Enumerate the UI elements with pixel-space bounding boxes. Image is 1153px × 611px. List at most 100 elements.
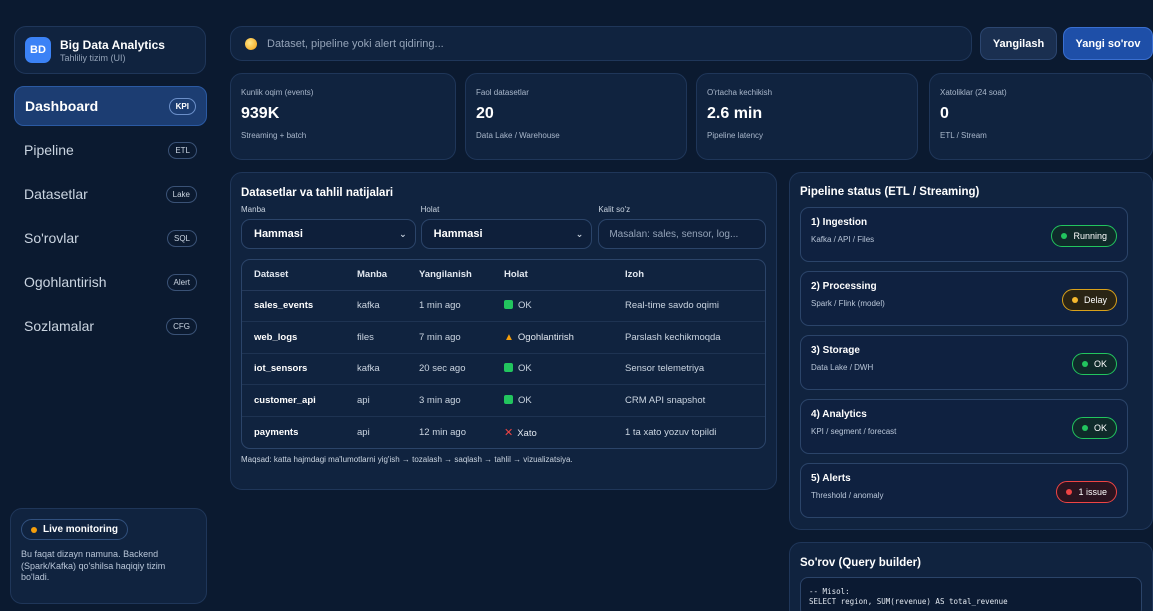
status-badge-label: OK — [1093, 423, 1107, 433]
note-cell: 1 ta xato yozuv topildi — [625, 426, 717, 438]
kpi-value: 939K — [241, 105, 280, 122]
table-row[interactable]: sales_events kafka 1 min ago OK Real-tim… — [242, 290, 765, 322]
sidebar-item-label: Sozlamalar — [24, 318, 95, 334]
pipeline-stage-alerts[interactable]: 5) Alerts Threshold / anomaly 1 issue — [800, 463, 1128, 518]
sidebar-item-label: Datasetlar — [24, 186, 88, 202]
sidebar-item-badge: ETL — [168, 141, 197, 159]
kpi-card-datasets: Faol datasetlar 20 Data Lake / Warehouse — [465, 73, 687, 160]
pipeline-stage-analytics[interactable]: 4) Analytics KPI / segment / forecast OK — [800, 399, 1128, 454]
table-row[interactable]: web_logs files 7 min ago ▲ Ogohlantirish … — [242, 321, 765, 354]
note-cell: Real-time savdo oqimi — [613, 290, 765, 322]
pipeline-stage-ingestion[interactable]: 1) Ingestion Kafka / API / Files Running — [800, 207, 1128, 262]
status-dot-icon — [1081, 361, 1088, 367]
sidebar: BD Big Data Analytics Tahliliy tizim (UI… — [0, 0, 218, 611]
source-select[interactable]: Hammasi ⌄ — [241, 219, 416, 249]
sidebar-item-label: Pipeline — [24, 142, 74, 158]
dataset-cell: web_logs — [242, 321, 345, 354]
sidebar-item-badge: CFG — [166, 317, 197, 335]
sidebar-item-ogohlantirish[interactable]: Ogohlantirish Alert — [14, 262, 207, 302]
table-row[interactable]: payments api 12 min ago ✕ Xato 1 ta xato … — [242, 416, 765, 448]
source-select-value: Hammasi — [254, 228, 303, 240]
kpi-value: 0 — [940, 105, 949, 122]
kpi-value: 2.6 min — [707, 105, 763, 122]
datasets-panel: Datasetlar va tahlil natijalari Manba Ha… — [230, 172, 777, 490]
sidebar-item-sorovlar[interactable]: So'rovlar SQL — [14, 218, 207, 258]
sidebar-item-badge: KPI — [168, 97, 196, 115]
filter-label-status: Holat — [420, 205, 440, 214]
status-badge: OK — [1071, 417, 1117, 439]
brand[interactable]: BD Big Data Analytics Tahliliy tizim (UI… — [14, 26, 206, 74]
kpi-sub: Streaming + batch — [241, 131, 307, 140]
status-cell: OK — [492, 290, 613, 322]
status-badge: OK — [1071, 353, 1117, 375]
panel-title: Datasetlar va tahlil natijalari — [241, 187, 394, 199]
status-text: Ogohlantirish — [517, 331, 574, 343]
updated-cell: 1 min ago — [407, 290, 492, 322]
status-dot-icon — [1071, 297, 1078, 303]
stage-title: 4) Analytics — [811, 409, 867, 420]
new-query-button[interactable]: Yangi so'rov — [1063, 27, 1153, 60]
updated-cell: 12 min ago — [419, 426, 467, 438]
query-editor[interactable]: -- Misol: SELECT region, SUM(revenue) AS … — [800, 577, 1142, 611]
brand-logo: BD — [25, 37, 51, 63]
status-cell: ▲ Ogohlantirish — [492, 321, 613, 354]
panel-title: Pipeline status (ETL / Streaming) — [800, 186, 980, 198]
status-select[interactable]: Hammasi ⌄ — [420, 219, 593, 249]
datasets-table: Dataset Manba Yangilanish Holat Izoh sal… — [241, 259, 766, 449]
source-cell: files — [345, 321, 407, 354]
status-select-value: Hammasi — [433, 228, 483, 240]
updated-cell: 20 sec ago — [407, 353, 492, 385]
error-x-icon: ✕ — [504, 426, 514, 439]
filters: Manba Hammasi ⌄ Holat Hammasi ⌄ Kalit so… — [241, 205, 766, 249]
status-dot-icon — [31, 526, 37, 533]
sidebar-item-label: Dashboard — [25, 98, 99, 114]
sidebar-item-sozlamalar[interactable]: Sozlamalar CFG — [14, 306, 207, 346]
dataset-cell: payments — [254, 426, 299, 438]
pipeline-stage-storage[interactable]: 3) Storage Data Lake / DWH OK — [800, 335, 1128, 390]
kpi-card-errors: Xatoliklar (24 soat) 0 ETL / Stream — [929, 73, 1153, 160]
column-header[interactable]: Manba — [345, 260, 407, 291]
column-header[interactable]: Dataset — [242, 260, 345, 291]
kpi-label: Xatoliklar (24 soat) — [940, 88, 1007, 97]
dataset-cell: iot_sensors — [242, 353, 345, 385]
refresh-button[interactable]: Yangilash — [980, 27, 1057, 60]
column-header[interactable]: Izoh — [613, 260, 765, 291]
status-badge-label: Running — [1073, 231, 1107, 241]
sidebar-item-datasetlar[interactable]: Datasetlar Lake — [14, 174, 207, 214]
source-cell: api — [357, 426, 370, 438]
status-dot-icon — [1061, 233, 1068, 239]
updated-cell: 3 min ago — [407, 384, 492, 417]
filter-label-keyword: Kalit so'z — [598, 205, 631, 214]
sidebar-item-badge: Alert — [166, 273, 197, 291]
stage-title: 3) Storage — [811, 345, 860, 356]
kpi-value: 20 — [476, 105, 494, 122]
sidebar-item-dashboard[interactable]: Dashboard KPI — [14, 86, 207, 126]
kpi-label: Faol datasetlar — [476, 88, 529, 97]
chevron-down-icon: ⌄ — [399, 228, 407, 239]
dataset-cell: customer_api — [242, 384, 345, 417]
kpi-sub: ETL / Stream — [940, 131, 987, 140]
keyword-input[interactable]: Masalan: sales, sensor, log... — [598, 219, 766, 249]
kpi-label: Kunlik oqim (events) — [241, 88, 314, 97]
warning-icon: ▲ — [504, 331, 514, 343]
note-cell: Parslash kechikmoqda — [613, 321, 765, 354]
column-header[interactable]: Yangilanish — [407, 260, 492, 291]
panel-title: So'rov (Query builder) — [800, 557, 921, 569]
search-input[interactable] — [267, 37, 867, 50]
code-line: SELECT region, SUM(revenue) AS total_rev… — [809, 596, 1008, 606]
status-badge: Running — [1051, 225, 1117, 247]
table-row[interactable]: customer_api api 3 min ago OK CRM API sn… — [242, 384, 765, 417]
live-monitoring-label: Live monitoring — [43, 524, 118, 535]
sidebar-item-pipeline[interactable]: Pipeline ETL — [14, 130, 207, 170]
live-monitoring-card: Live monitoring Bu faqat dizayn namuna. … — [10, 508, 207, 604]
note-cell: Sensor telemetriya — [613, 353, 765, 385]
kpi-sub: Pipeline latency — [707, 131, 764, 140]
table-row[interactable]: iot_sensors kafka 20 sec ago OK Sensor t… — [242, 353, 765, 385]
updated-cell: 7 min ago — [407, 321, 492, 354]
column-header[interactable]: Holat — [492, 260, 613, 291]
note-cell: CRM API snapshot — [613, 384, 765, 417]
pipeline-panel: Pipeline status (ETL / Streaming) 1) Ing… — [789, 172, 1153, 530]
status-dot-icon — [1081, 425, 1088, 431]
pipeline-stage-processing[interactable]: 2) Processing Spark / Flink (model) Dela… — [800, 271, 1128, 326]
sidebar-item-badge: SQL — [166, 229, 197, 247]
